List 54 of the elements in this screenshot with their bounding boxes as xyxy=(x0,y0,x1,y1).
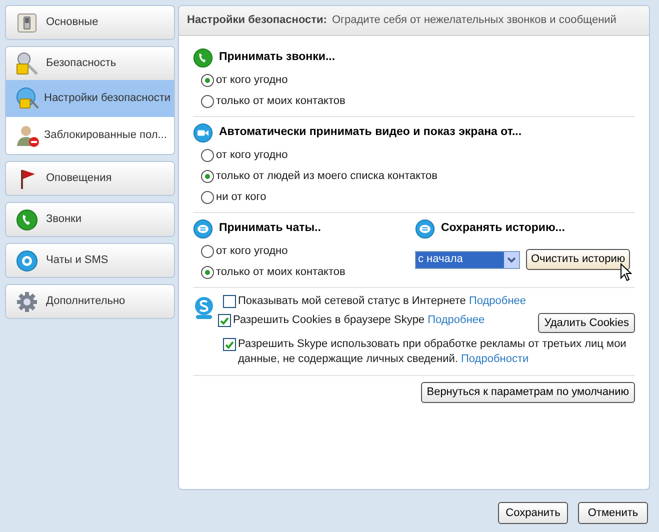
panel-title: Настройки безопасности: xyxy=(187,13,327,28)
radio-button[interactable] xyxy=(201,245,214,258)
section-title: Сохранять историю... xyxy=(441,221,565,236)
switch-icon xyxy=(17,12,37,32)
sidebar-item[interactable]: Оповещения xyxy=(6,162,174,195)
radio-label: от кого угодно xyxy=(216,73,288,88)
footer-button[interactable]: Отменить xyxy=(578,502,648,524)
radio-button[interactable] xyxy=(201,266,214,279)
blocked-user-icon xyxy=(16,124,40,148)
panel-subtitle: Оградите себя от нежелательных звонков и сообщений xyxy=(332,13,616,28)
reset-defaults-button[interactable]: Вернуться к параметрам по умолчанию xyxy=(420,382,635,403)
delete-cookies-button[interactable]: Удалить Cookies xyxy=(538,313,635,333)
sidebar-item[interactable]: Безопасность xyxy=(6,47,174,80)
checkbox-label: Показывать мой сетевой статус в Интернете Подробнее xyxy=(238,294,528,309)
chevron-down-icon xyxy=(507,256,516,262)
more-link[interactable]: Подробнее xyxy=(428,314,485,326)
radio-label: ни от кого xyxy=(216,190,266,206)
sidebar-item[interactable]: Чаты и SMS xyxy=(6,244,174,277)
sidebar-item[interactable]: Звонки xyxy=(6,203,174,236)
section-title: Принимать звонки... xyxy=(219,50,336,66)
checkbox[interactable] xyxy=(223,295,236,308)
video-camera-icon xyxy=(193,123,213,143)
sidebar-subitem[interactable]: Настройки безопасности xyxy=(6,80,174,117)
checkbox-label: Разрешить Skype использовать при обработке рекламы от третьих лиц мои данные, не содержащие личных сведений. Подробности xyxy=(238,337,628,367)
phone-icon xyxy=(16,208,38,230)
radio-button[interactable] xyxy=(201,170,214,183)
gear-icon xyxy=(16,290,38,312)
radio-button[interactable] xyxy=(201,95,214,108)
skype-icon xyxy=(193,296,215,320)
radio-button[interactable] xyxy=(201,149,214,162)
radio-button[interactable] xyxy=(201,74,214,87)
section-title: Принимать чаты.. xyxy=(219,221,321,236)
checkbox[interactable] xyxy=(218,314,231,327)
chat-icon xyxy=(16,250,38,272)
more-link[interactable]: Подробности xyxy=(461,353,529,365)
chat-bubble-icon xyxy=(193,219,213,239)
sidebar-item[interactable]: Дополнительно xyxy=(6,285,174,318)
more-link[interactable]: Подробнее xyxy=(468,295,526,307)
radio-label: только от моих контактов xyxy=(216,94,346,110)
radio-label: от кого угодно xyxy=(216,148,288,164)
radio-label: только от людей из моего списка контактов xyxy=(216,169,438,184)
radio-label: от кого угодно xyxy=(216,244,288,260)
checkbox-label: Разрешить Cookies в браузере Skype Подробнее xyxy=(233,313,486,328)
checkbox[interactable] xyxy=(223,338,236,351)
radio-label: только от моих контактов xyxy=(216,265,346,280)
cursor-icon xyxy=(620,263,632,282)
chat-bubble-icon xyxy=(415,219,435,239)
history-dropdown[interactable]: с начала xyxy=(415,250,520,268)
sidebar-item[interactable]: Основные xyxy=(6,6,174,39)
section-title: Автоматически принимать видео и показ экрана от... xyxy=(219,125,522,140)
clear-history-button[interactable]: Очистить историю xyxy=(526,249,630,270)
footer-button[interactable]: Сохранить xyxy=(498,502,568,524)
phone-icon xyxy=(193,48,213,68)
radio-button[interactable] xyxy=(201,191,214,204)
